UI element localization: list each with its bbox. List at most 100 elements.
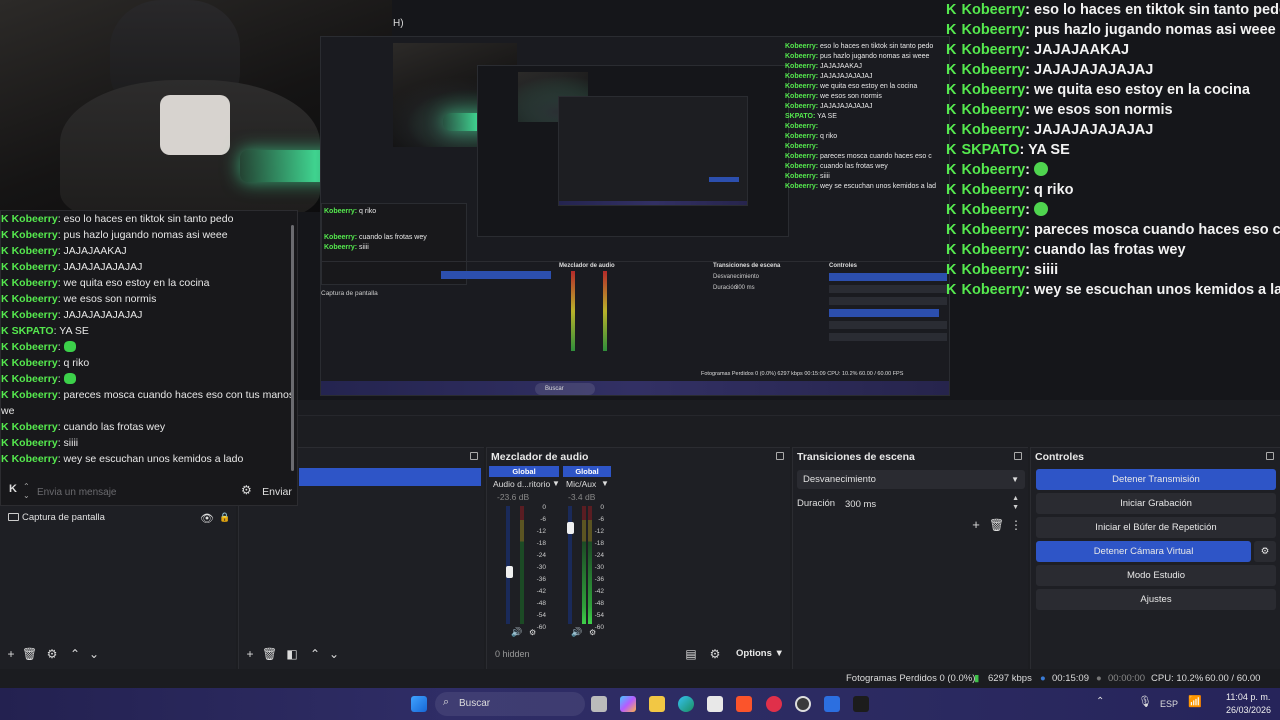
- chat-username[interactable]: Kobeerry: [12, 341, 58, 353]
- dock-popout-icon[interactable]: [1266, 452, 1274, 460]
- emote-picker-icon[interactable]: ⌃ ⌄: [23, 482, 30, 500]
- chat-message: K Kobeerry: pareces mosca cuando haces es…: [1, 387, 294, 403]
- mixer-layout-icon[interactable]: ▤: [684, 647, 698, 661]
- chat-username[interactable]: Kobeerry: [12, 421, 58, 433]
- stop-streaming-button[interactable]: Detener Transmisión: [1036, 469, 1276, 490]
- scene-move-down-icon[interactable]: ⌄: [327, 647, 341, 661]
- chat-username[interactable]: Kobeerry: [12, 389, 58, 401]
- kick-badge-icon: K: [946, 42, 957, 58]
- lock-icon[interactable]: 🔒: [219, 512, 230, 523]
- chat-username[interactable]: Kobeerry: [12, 437, 58, 449]
- dock-popout-icon[interactable]: [776, 452, 784, 460]
- taskbar-search[interactable]: ⌕ Buscar: [435, 692, 585, 716]
- chat-username[interactable]: SKPATO: [12, 325, 54, 337]
- clock-date[interactable]: 26/03/2026: [1226, 705, 1271, 715]
- selected-scene-row[interactable]: [299, 468, 481, 486]
- chat-username[interactable]: Kobeerry: [12, 357, 58, 369]
- chat-message-input[interactable]: [37, 481, 233, 503]
- add-source-button[interactable]: +: [4, 647, 18, 661]
- duration-stepper[interactable]: 300 ms ▲ ▼: [839, 495, 1025, 514]
- scene-move-up-icon[interactable]: ⌃: [308, 647, 322, 661]
- move-down-icon[interactable]: ⌄: [87, 647, 101, 661]
- chat-username[interactable]: Kobeerry: [12, 261, 58, 273]
- kick-badge-icon: K: [1, 293, 9, 305]
- file-explorer-icon[interactable]: [649, 696, 665, 712]
- chat-username: Kobeerry: [961, 282, 1026, 298]
- scene-filters-icon[interactable]: ◧: [285, 647, 299, 661]
- studio-mode-button[interactable]: Modo Estudio: [1036, 565, 1276, 586]
- source-properties-gear-icon[interactable]: ⚙: [45, 647, 59, 661]
- transition-select[interactable]: Desvanecimiento ▼: [797, 470, 1025, 489]
- mute-speaker-icon[interactable]: 🔊: [511, 627, 522, 638]
- channel-dropdown-icon[interactable]: ▼: [552, 479, 560, 488]
- brave-icon[interactable]: [736, 696, 752, 712]
- add-scene-button[interactable]: +: [243, 647, 257, 661]
- chat-username: Kobeerry: [961, 102, 1026, 118]
- mic-icon[interactable]: 🎙: [1138, 695, 1152, 708]
- chat-scrollbar[interactable]: [291, 225, 294, 471]
- chat-username[interactable]: Kobeerry: [12, 229, 58, 241]
- add-transition-button[interactable]: +: [969, 518, 983, 532]
- settings-button[interactable]: Ajustes: [1036, 589, 1276, 610]
- dock-popout-icon[interactable]: [1014, 452, 1022, 460]
- app-icon-2[interactable]: [824, 696, 840, 712]
- chat-username: Kobeerry: [961, 222, 1026, 238]
- store-icon[interactable]: [707, 696, 723, 712]
- remove-source-trash-icon[interactable]: 🗑: [22, 647, 37, 661]
- chat-username: Kobeerry: [961, 42, 1026, 58]
- big-chat-line: K SKPATO: YA SE: [946, 140, 1070, 160]
- options-menu[interactable]: Options ▼: [736, 647, 784, 661]
- chat-text: pareces mosca cuando haces eso con tus m…: [63, 389, 295, 401]
- chat-message: K Kobeerry:: [1, 339, 76, 355]
- terminal-icon[interactable]: [853, 696, 869, 712]
- channel-dropdown-icon[interactable]: ▼: [601, 479, 609, 488]
- chat-text: cuando las frotas wey: [63, 421, 166, 433]
- channel-settings-icon[interactable]: ⚙: [529, 628, 536, 637]
- chat-username[interactable]: Kobeerry: [12, 293, 58, 305]
- clock-time[interactable]: 11:04 p. m.: [1226, 692, 1270, 702]
- task-view-icon[interactable]: [591, 696, 607, 712]
- replay-buffer-button[interactable]: Iniciar el Búfer de Repetición: [1036, 517, 1276, 538]
- virtual-camera-settings-gear-icon[interactable]: ⚙: [1254, 541, 1276, 562]
- move-up-icon[interactable]: ⌃: [68, 647, 82, 661]
- send-button[interactable]: Enviar: [259, 482, 295, 502]
- kick-badge-icon: K: [946, 142, 957, 158]
- source-item[interactable]: Captura de pantalla 👁 🔒: [0, 509, 236, 527]
- remove-scene-trash-icon[interactable]: 🗑: [262, 647, 277, 661]
- chat-username[interactable]: Kobeerry: [12, 453, 58, 465]
- channel-name[interactable]: Audio d...ritorio: [493, 478, 550, 491]
- start-recording-button[interactable]: Iniciar Grabación: [1036, 493, 1276, 514]
- chat-username[interactable]: Kobeerry: [12, 309, 58, 321]
- chat-text: we quita eso estoy en la cocina: [1034, 82, 1250, 98]
- chat-username[interactable]: Kobeerry: [12, 373, 58, 385]
- edge-icon[interactable]: [678, 696, 694, 712]
- channel-name[interactable]: Mic/Aux: [566, 478, 596, 491]
- stop-virtual-camera-button[interactable]: Detener Cámara Virtual: [1036, 541, 1251, 562]
- windows-taskbar: ⌕ Buscar ⌃ 🎙 ESP 📶 11:04 p. m. 26/03/202…: [0, 688, 1280, 720]
- obs-icon[interactable]: [795, 696, 811, 712]
- transition-more-icon[interactable]: ⋮: [1009, 518, 1023, 532]
- wifi-icon[interactable]: 📶: [1188, 695, 1202, 708]
- chat-username[interactable]: Kobeerry: [12, 277, 58, 289]
- app-icon[interactable]: [766, 696, 782, 712]
- remove-transition-trash-icon[interactable]: 🗑: [989, 518, 1004, 532]
- chat-text: we esos son normis: [1034, 102, 1173, 118]
- gear-icon[interactable]: ⚙: [241, 483, 252, 497]
- kick-badge-icon: K: [1, 437, 9, 449]
- mute-speaker-icon[interactable]: 🔊: [571, 627, 582, 638]
- volume-slider[interactable]: [567, 522, 574, 534]
- chat-username[interactable]: Kobeerry: [12, 213, 58, 225]
- copilot-icon[interactable]: [620, 696, 636, 712]
- big-chat-line: K Kobeerry: we quita eso estoy en la coci…: [946, 80, 1250, 100]
- tray-chevron-icon[interactable]: ⌃: [1096, 696, 1104, 707]
- dock-popout-icon[interactable]: [470, 452, 478, 460]
- windows-start-icon[interactable]: [411, 696, 427, 712]
- advanced-audio-icon[interactable]: ⚙: [708, 647, 722, 661]
- visibility-eye-icon[interactable]: 👁: [200, 512, 214, 525]
- language-indicator[interactable]: ESP: [1160, 688, 1178, 720]
- hidden-count[interactable]: 0 hidden: [495, 647, 530, 661]
- volume-slider[interactable]: [506, 566, 513, 578]
- chat-text: we esos son normis: [63, 293, 157, 305]
- chat-username[interactable]: Kobeerry: [12, 245, 58, 257]
- preview-header-fragment: H): [393, 18, 404, 29]
